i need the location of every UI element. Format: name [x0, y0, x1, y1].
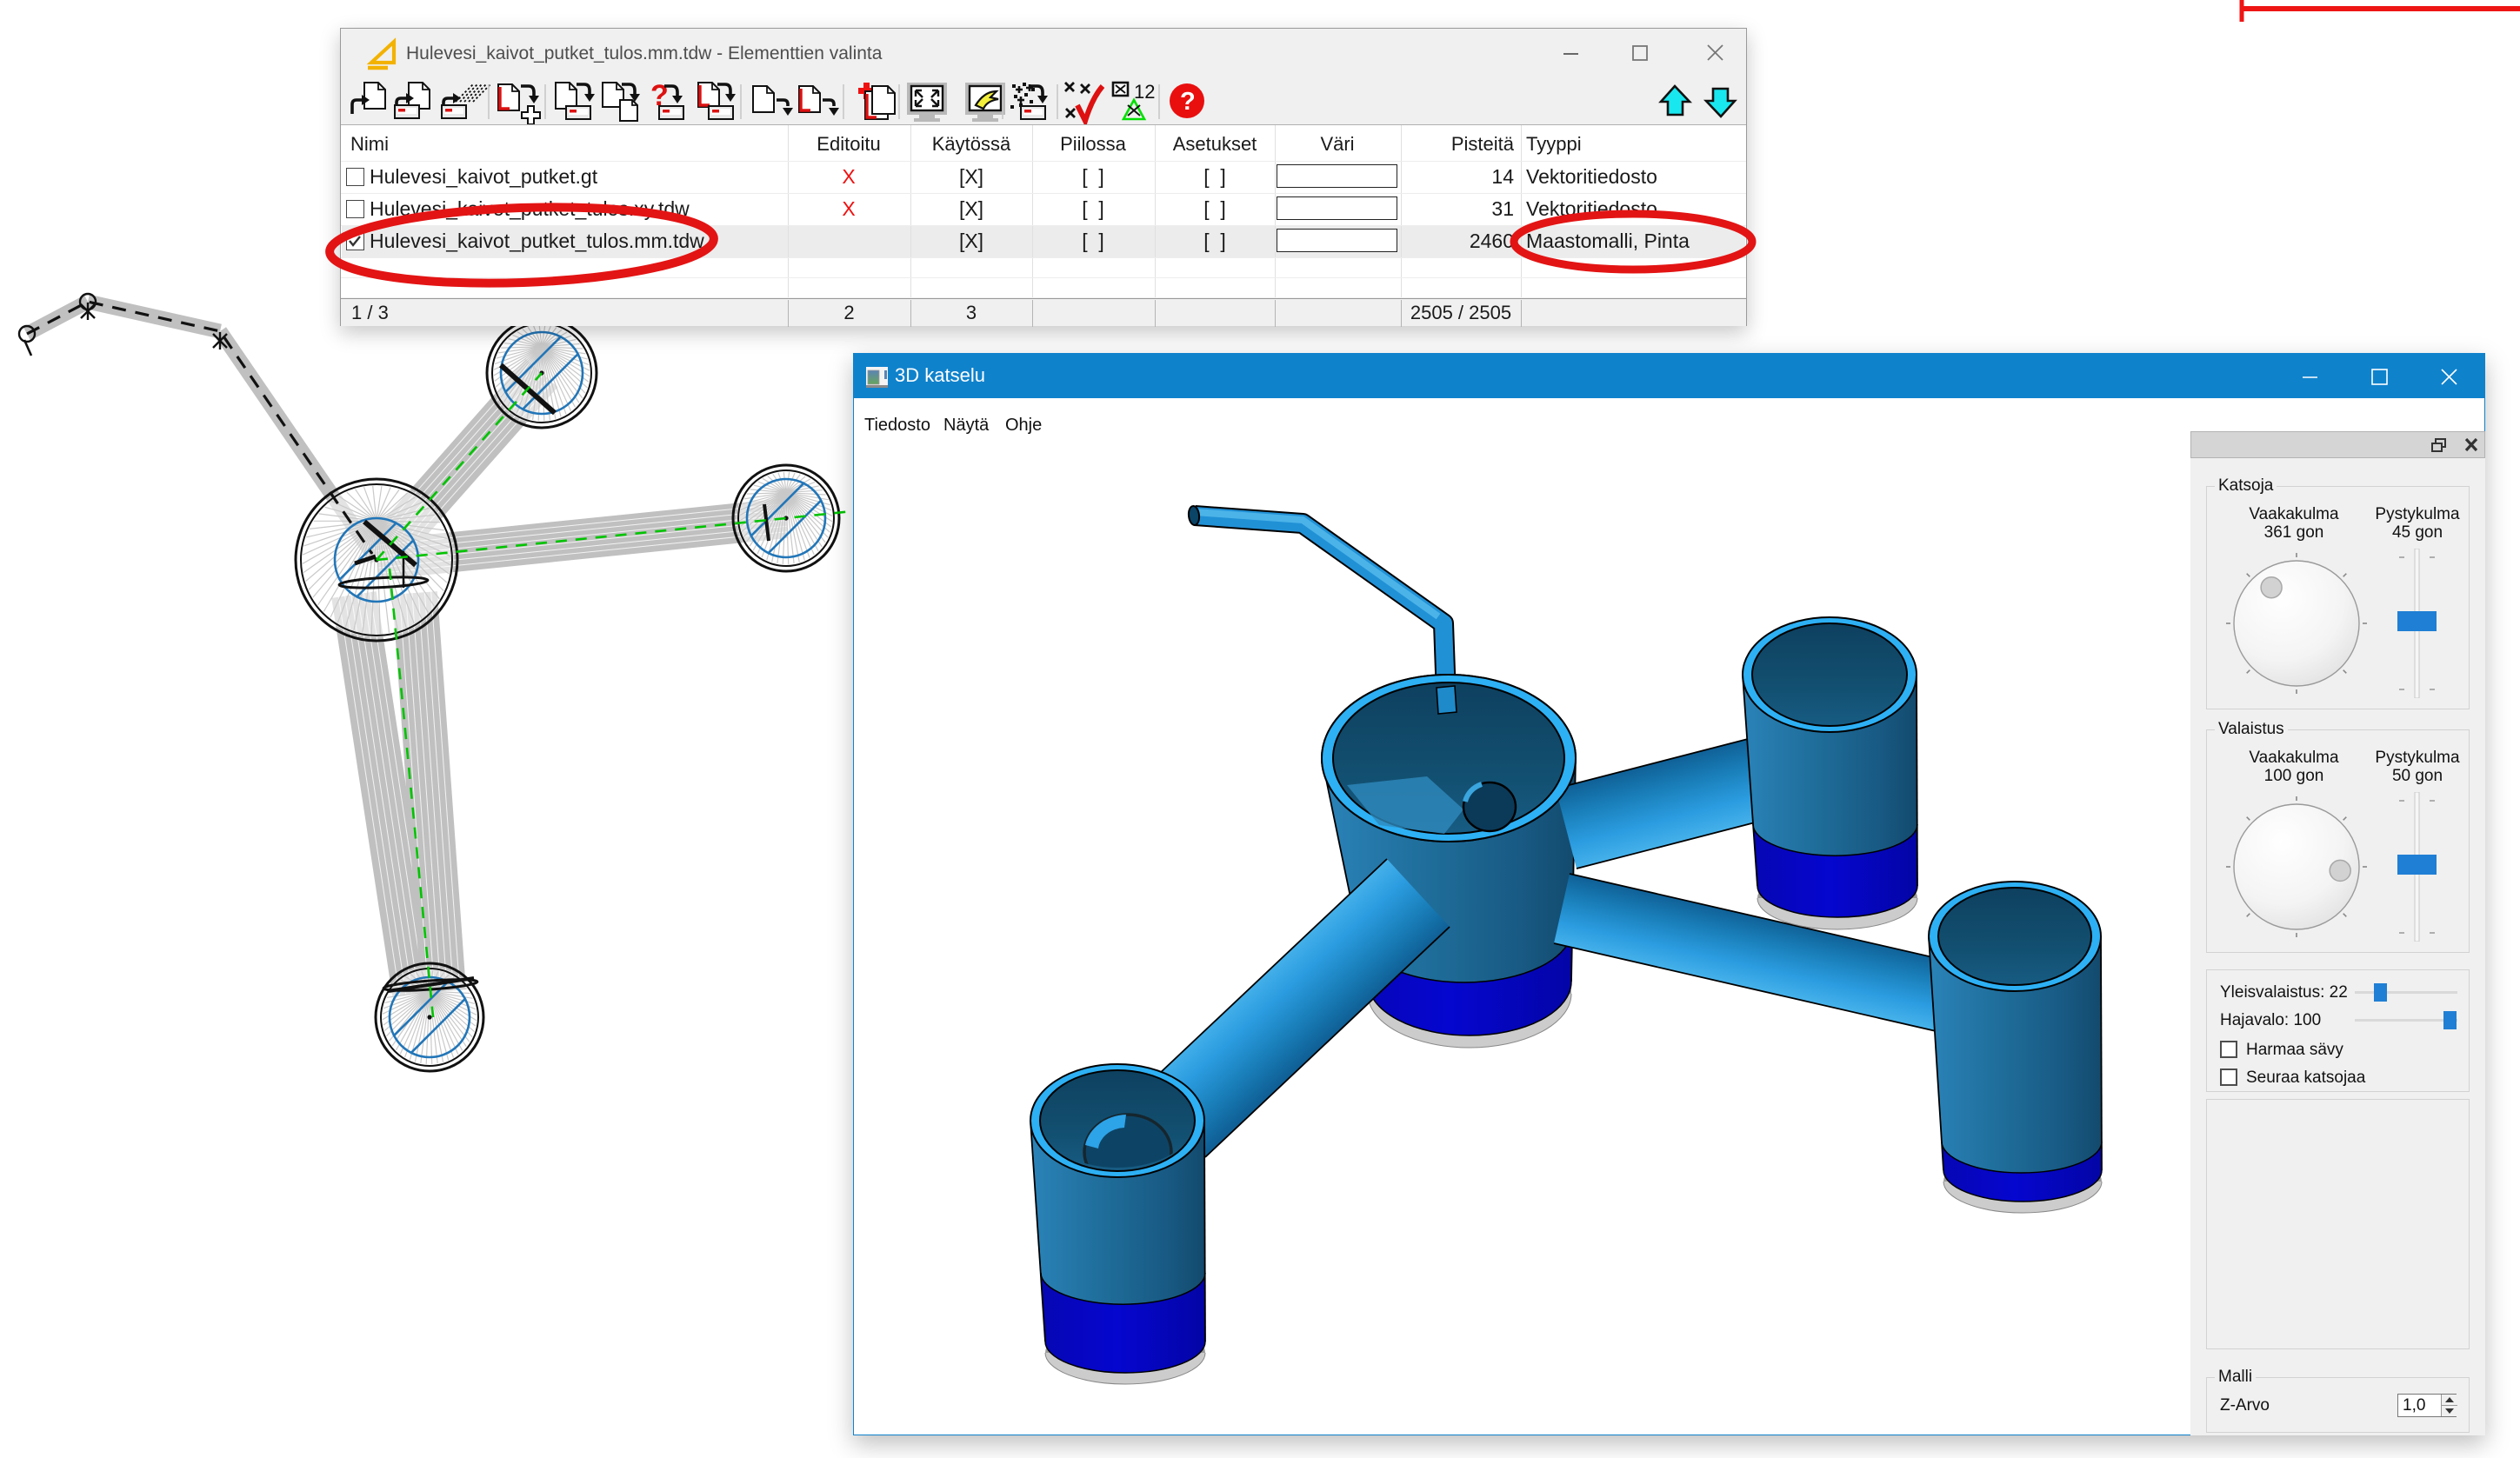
svg-text:?: ?: [1180, 88, 1196, 116]
svg-text:12: 12: [1134, 81, 1155, 103]
